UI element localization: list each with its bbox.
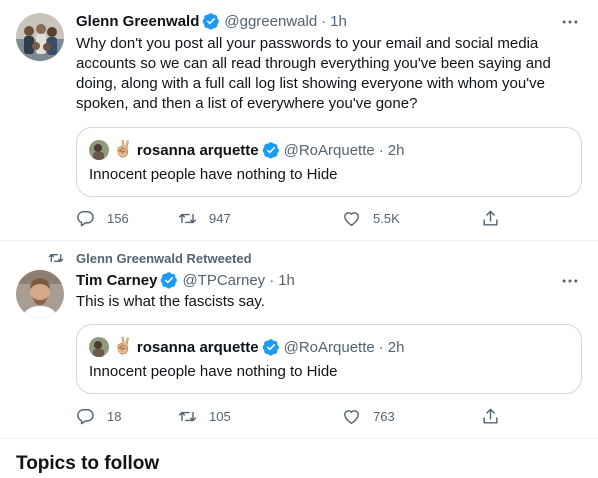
separator-dot: · xyxy=(378,141,384,159)
tweet-text: Why don't you post all your passwords to… xyxy=(76,35,551,112)
quote-author-handle: @RoArquette xyxy=(283,338,375,356)
topics-to-follow-heading: Topics to follow xyxy=(16,453,160,474)
avatar[interactable] xyxy=(16,13,64,61)
quote-header: ✌🏼 rosanna arquette @RoArquette · 2h xyxy=(89,139,404,161)
quote-author-name: rosanna arquette xyxy=(136,338,259,356)
quote-tweet[interactable]: ✌🏼 rosanna arquette @RoArquette · 2h Inn… xyxy=(76,127,582,197)
avatar[interactable] xyxy=(16,270,64,318)
tweet[interactable]: Glenn Greenwald @ggreenwald · 1h Why don… xyxy=(0,0,598,241)
quote-timestamp: 2h xyxy=(387,338,405,356)
group-photo-avatar-image xyxy=(16,13,64,61)
like-button[interactable]: 763 xyxy=(342,406,395,426)
share-button[interactable] xyxy=(481,208,512,228)
like-button[interactable]: 5.5K xyxy=(342,208,400,228)
timeline-feed: Glenn Greenwald @ggreenwald · 1h Why don… xyxy=(0,0,598,478)
quote-avatar xyxy=(89,337,109,357)
like-count: 5.5K xyxy=(373,210,400,226)
heart-icon xyxy=(344,409,359,424)
verified-badge-icon xyxy=(262,142,279,159)
quote-header: ✌🏼 rosanna arquette @RoArquette · 2h xyxy=(89,336,404,358)
retweeted-by-label: Glenn Greenwald Retweeted xyxy=(76,250,252,266)
tweet-actions: 18 105 763 xyxy=(76,406,506,426)
tweet-text: This is what the fascists say. xyxy=(76,293,265,310)
more-options-icon[interactable] xyxy=(560,12,580,32)
quote-author-handle: @RoArquette xyxy=(283,141,375,159)
heart-icon xyxy=(344,211,359,226)
peace-sign-emoji: ✌🏼 xyxy=(113,338,133,355)
share-icon xyxy=(483,408,498,424)
retweet-icon xyxy=(178,411,197,421)
retweet-count: 105 xyxy=(209,408,231,424)
share-icon xyxy=(483,210,498,226)
reply-count: 18 xyxy=(107,408,122,424)
retweet-button[interactable]: 105 xyxy=(178,406,231,426)
share-button[interactable] xyxy=(481,406,512,426)
separator-dot: · xyxy=(321,12,327,30)
quote-author-name: rosanna arquette xyxy=(136,141,259,159)
quote-timestamp: 2h xyxy=(387,141,405,159)
author-handle[interactable]: @TPCarney xyxy=(182,272,265,289)
reply-icon xyxy=(77,210,94,226)
verified-badge-icon xyxy=(161,272,178,289)
tweet-header: Tim Carney @TPCarney · 1h xyxy=(76,270,295,290)
quote-text: Innocent people have nothing to Hide xyxy=(89,363,338,380)
author-name[interactable]: Tim Carney xyxy=(76,272,157,289)
quote-avatar xyxy=(89,140,109,160)
author-name[interactable]: Glenn Greenwald xyxy=(76,13,199,30)
retweeted-by-line[interactable]: Glenn Greenwald Retweeted xyxy=(48,250,252,266)
reply-icon xyxy=(77,408,94,424)
retweet-count: 947 xyxy=(209,210,231,226)
quote-avatar-image xyxy=(89,337,109,357)
reply-count: 156 xyxy=(107,210,129,226)
retweet-icon xyxy=(48,254,64,262)
more-options-icon[interactable] xyxy=(560,271,580,291)
separator-dot: · xyxy=(378,338,384,356)
profile-photo-avatar-image xyxy=(16,270,64,318)
verified-badge-icon xyxy=(262,339,279,356)
reply-button[interactable]: 18 xyxy=(76,406,121,426)
quote-avatar-image xyxy=(89,140,109,160)
tweet-actions: 156 947 5.5K xyxy=(76,208,506,228)
tweet-header: Glenn Greenwald @ggreenwald · 1h xyxy=(76,11,347,31)
retweet-button[interactable]: 947 xyxy=(178,208,231,228)
tweet[interactable]: Glenn Greenwald Retweeted Tim Carney @TP… xyxy=(0,241,598,439)
separator-dot: · xyxy=(269,271,275,289)
author-handle[interactable]: @ggreenwald xyxy=(224,13,317,30)
verified-badge-icon xyxy=(203,13,220,30)
reply-button[interactable]: 156 xyxy=(76,208,129,228)
tweet-timestamp[interactable]: 1h xyxy=(330,13,347,30)
tweet-timestamp[interactable]: 1h xyxy=(278,272,295,289)
peace-sign-emoji: ✌🏼 xyxy=(113,141,133,158)
like-count: 763 xyxy=(373,408,395,424)
quote-text: Innocent people have nothing to Hide xyxy=(89,166,338,183)
retweet-icon xyxy=(178,213,197,223)
quote-tweet[interactable]: ✌🏼 rosanna arquette @RoArquette · 2h Inn… xyxy=(76,324,582,394)
